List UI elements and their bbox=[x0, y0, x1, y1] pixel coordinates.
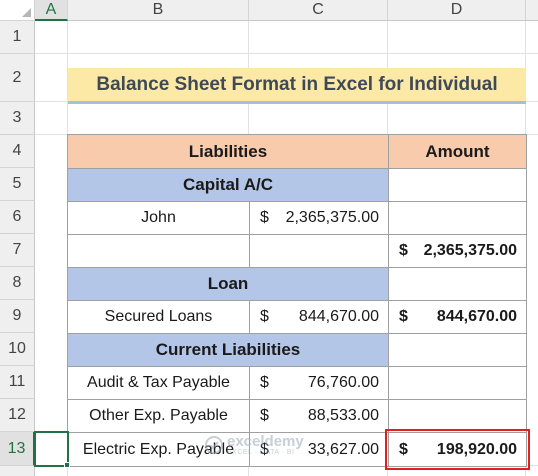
watermark-tagline: EXCEL · DATA · BI bbox=[227, 448, 295, 456]
row-header-14-partial[interactable] bbox=[0, 466, 35, 476]
other-exp-amount-cell[interactable] bbox=[388, 399, 527, 433]
amount-header-cell[interactable]: Amount bbox=[388, 134, 527, 169]
column-header-e-partial[interactable] bbox=[526, 0, 538, 21]
loan-amount-cell[interactable] bbox=[388, 267, 527, 301]
currency-symbol: $ bbox=[260, 407, 269, 424]
john-label-cell[interactable]: John bbox=[67, 201, 250, 235]
liabilities-header-cell[interactable]: Liabilities bbox=[67, 134, 389, 169]
current-liabilities-amount-cell[interactable] bbox=[388, 333, 527, 367]
current-liabilities-section-cell[interactable]: Current Liabilities bbox=[67, 333, 389, 367]
audit-tax-label-cell[interactable]: Audit & Tax Payable bbox=[67, 366, 250, 400]
row-header-4[interactable]: 4 bbox=[0, 135, 35, 168]
row-header-3[interactable]: 3 bbox=[0, 102, 35, 135]
currency-symbol: $ bbox=[399, 308, 408, 325]
column-header-b[interactable]: B bbox=[68, 0, 249, 21]
sheet-title[interactable]: Balance Sheet Format in Excel for Indivi… bbox=[68, 68, 526, 104]
secured-loans-value-cell[interactable]: $ 844,670.00 bbox=[249, 300, 389, 334]
capital-total-value-cell[interactable] bbox=[249, 234, 389, 268]
row-header-2[interactable]: 2 bbox=[0, 54, 35, 102]
select-all-corner[interactable] bbox=[0, 0, 35, 21]
column-header-c[interactable]: C bbox=[249, 0, 388, 21]
john-amount-cell[interactable] bbox=[388, 201, 527, 235]
capital-total-cell[interactable]: $ 2,365,375.00 bbox=[388, 234, 527, 268]
secured-loans-total-cell[interactable]: $ 844,670.00 bbox=[388, 300, 527, 334]
row-header-6[interactable]: 6 bbox=[0, 201, 35, 234]
loan-section-cell[interactable]: Loan bbox=[67, 267, 389, 301]
watermark: exceldemy EXCEL · DATA · BI bbox=[205, 430, 355, 460]
fill-handle[interactable] bbox=[64, 462, 70, 468]
audit-tax-amount-cell[interactable] bbox=[388, 366, 527, 400]
column-header-d[interactable]: D bbox=[388, 0, 526, 21]
capital-total-value: 2,365,375.00 bbox=[423, 242, 517, 259]
gridline bbox=[35, 53, 538, 54]
row-header-5[interactable]: 5 bbox=[0, 168, 35, 201]
secured-loans-value: 844,670.00 bbox=[298, 308, 379, 325]
capital-amount-cell[interactable] bbox=[388, 168, 527, 202]
select-all-triangle-icon bbox=[22, 8, 31, 17]
secured-loans-label-cell[interactable]: Secured Loans bbox=[67, 300, 250, 334]
currency-symbol: $ bbox=[260, 209, 269, 226]
john-value: 2,365,375.00 bbox=[285, 209, 379, 226]
capital-total-label-cell[interactable] bbox=[67, 234, 250, 268]
row-header-8[interactable]: 8 bbox=[0, 267, 35, 300]
currency-symbol: $ bbox=[260, 374, 269, 391]
row-header-11[interactable]: 11 bbox=[0, 366, 35, 399]
other-exp-value-cell[interactable]: $ 88,533.00 bbox=[249, 399, 389, 433]
other-exp-label-cell[interactable]: Other Exp. Payable bbox=[67, 399, 250, 433]
row-header-10[interactable]: 10 bbox=[0, 333, 35, 366]
exceldemy-logo-icon bbox=[205, 436, 223, 454]
other-exp-value: 88,533.00 bbox=[307, 407, 379, 424]
row-header-1[interactable]: 1 bbox=[0, 21, 35, 54]
row-header-9[interactable]: 9 bbox=[0, 300, 35, 333]
watermark-name: exceldemy bbox=[227, 432, 304, 450]
column-header-a[interactable]: A bbox=[35, 0, 68, 21]
highlight-box bbox=[385, 429, 530, 470]
currency-symbol: $ bbox=[260, 308, 269, 325]
row-header-7[interactable]: 7 bbox=[0, 234, 35, 267]
secured-loans-total: 844,670.00 bbox=[436, 308, 517, 325]
audit-tax-value-cell[interactable]: $ 76,760.00 bbox=[249, 366, 389, 400]
row-header-13[interactable]: 13 bbox=[0, 432, 35, 466]
capital-section-cell[interactable]: Capital A/C bbox=[67, 168, 389, 202]
row-header-12[interactable]: 12 bbox=[0, 399, 35, 432]
currency-symbol: $ bbox=[399, 242, 408, 259]
audit-tax-value: 76,760.00 bbox=[307, 374, 379, 391]
john-value-cell[interactable]: $ 2,365,375.00 bbox=[249, 201, 389, 235]
